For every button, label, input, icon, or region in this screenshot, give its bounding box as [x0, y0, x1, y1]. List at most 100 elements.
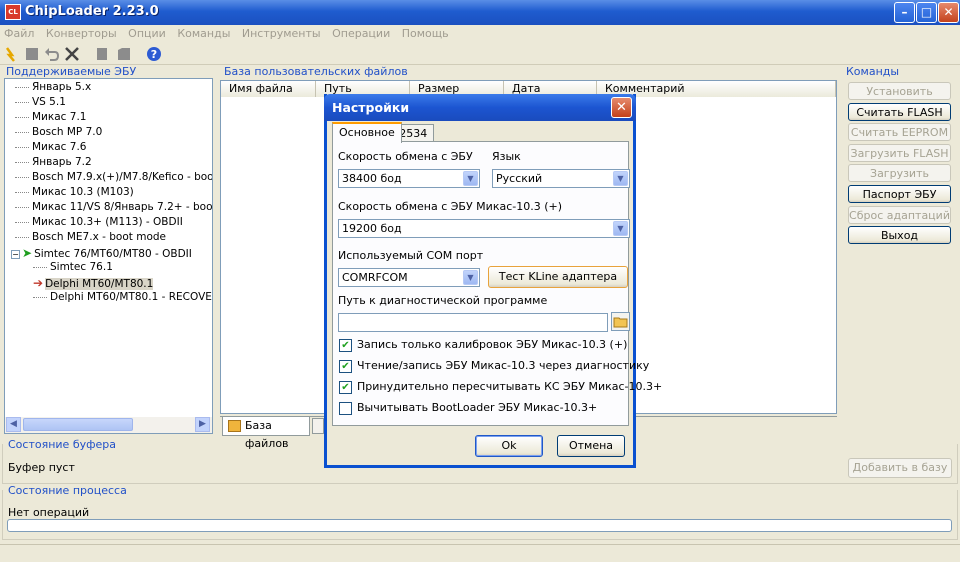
- tree-item[interactable]: Микас 10.3 (M103): [15, 186, 134, 201]
- title-bar: CL ChipLoader 2.23.0 – □ ✕: [0, 0, 960, 25]
- menu-help[interactable]: Помощь: [398, 25, 453, 42]
- checkbox[interactable]: ✔: [339, 381, 352, 394]
- collapse-icon[interactable]: −: [11, 250, 20, 259]
- maximize-button[interactable]: □: [916, 2, 937, 23]
- com-port-select[interactable]: COMRFCOM ▼: [338, 268, 480, 287]
- checkbox[interactable]: ✔: [339, 339, 352, 352]
- cancel-button[interactable]: Отмена: [557, 435, 625, 457]
- tree-item-label: Simtec 76.1: [50, 261, 113, 273]
- tree-connector-icon: [15, 86, 29, 88]
- language-select[interactable]: Русский ▼: [492, 169, 630, 188]
- checkbox[interactable]: ✔: [339, 360, 352, 373]
- tree-item[interactable]: Январь 7.2: [15, 156, 92, 171]
- tree-item[interactable]: ➔ Delphi MT60/MT80.1: [33, 276, 154, 291]
- help-icon[interactable]: ?: [146, 46, 162, 62]
- tree-item[interactable]: Микас 10.3+ (M113) - OBDII: [15, 216, 183, 231]
- app-icon: CL: [5, 4, 21, 20]
- tree-item-label: Микас 7.1: [32, 111, 87, 123]
- browse-folder-icon[interactable]: [611, 312, 630, 331]
- menu-commands[interactable]: Команды: [173, 25, 234, 42]
- menu-file[interactable]: Файл: [0, 25, 38, 42]
- command-button[interactable]: Выход: [848, 226, 951, 245]
- tree-item-label: Микас 11/VS 8/Январь 7.2+ - boot r: [32, 201, 213, 213]
- col-file-name[interactable]: Имя файла: [221, 81, 316, 97]
- dropdown-arrow-icon[interactable]: ▼: [613, 221, 628, 236]
- tree-item[interactable]: Bosch ME7.x - boot mode: [15, 231, 166, 246]
- tree-item[interactable]: Январь 5.х: [15, 81, 91, 96]
- tree-connector-icon: [15, 101, 29, 103]
- scroll-thumb[interactable]: [23, 418, 133, 431]
- minimize-button[interactable]: –: [894, 2, 915, 23]
- save-file-icon[interactable]: [116, 46, 132, 62]
- diag-path-input[interactable]: [338, 313, 608, 332]
- add-to-base-button[interactable]: Добавить в базу: [848, 458, 952, 478]
- tree-item[interactable]: Bosch MP 7.0: [15, 126, 102, 141]
- stop-icon[interactable]: [24, 46, 40, 62]
- menu-operations[interactable]: Операции: [328, 25, 394, 42]
- tree-item-label: Bosch M7.9.x(+)/M7.8/Kefico - boot r: [32, 171, 213, 183]
- tab-main[interactable]: Основное: [332, 122, 402, 143]
- open-file-icon[interactable]: [94, 46, 110, 62]
- green-arrow-icon: ➤: [22, 246, 33, 260]
- tree-item-label: Delphi MT60/MT80.1 - RECOVEF: [50, 291, 213, 303]
- command-button[interactable]: Загрузить EEPROM: [848, 164, 951, 197]
- tree-item[interactable]: Bosch M7.9.x(+)/M7.8/Kefico - boot r: [15, 171, 213, 186]
- commands-panel: Установить связьСчитать FLASH Считать EEP…: [846, 80, 952, 250]
- progress-bar: [7, 519, 952, 532]
- menu-converters[interactable]: Конверторы: [42, 25, 121, 42]
- language-label: Язык: [492, 150, 521, 163]
- tree-connector-icon: [15, 176, 29, 178]
- ok-button[interactable]: Ok: [475, 435, 543, 457]
- tree-item[interactable]: Микас 7.1: [15, 111, 86, 126]
- ecu-tree[interactable]: Январь 5.х VS 5.1 Микас 7.1 Bosch MP 7.0 Мик…: [4, 78, 213, 434]
- process-frame: [2, 490, 958, 540]
- command-button[interactable]: Считать EEPROM: [848, 123, 951, 142]
- undo-icon[interactable]: [44, 46, 60, 62]
- checkbox[interactable]: [339, 402, 352, 415]
- tree-item-label: Январь 7.2: [32, 156, 92, 168]
- scroll-left-icon[interactable]: ◀: [6, 417, 21, 432]
- dropdown-arrow-icon[interactable]: ▼: [613, 171, 628, 186]
- command-button[interactable]: Загрузить FLASH: [848, 143, 951, 162]
- tree-item[interactable]: Микас 7.6: [15, 141, 86, 156]
- command-button[interactable]: Считать FLASH: [848, 102, 951, 121]
- files-panel-title: База пользовательских файлов: [224, 65, 408, 78]
- dropdown-arrow-icon[interactable]: ▼: [463, 171, 478, 186]
- tools-icon[interactable]: [64, 46, 80, 62]
- tree-item[interactable]: Delphi MT60/MT80.1 - RECOVEF: [33, 291, 213, 306]
- checkbox-label: Чтение/запись ЭБУ Микас-10.3 через диагн…: [357, 359, 650, 372]
- mikas-speed-label: Скорость обмена с ЭБУ Микас-10.3 (+): [338, 200, 563, 213]
- tree-connector-icon: [15, 161, 29, 163]
- connect-icon[interactable]: [4, 46, 20, 62]
- menu-tools[interactable]: Инструменты: [238, 25, 325, 42]
- dropdown-arrow-icon[interactable]: ▼: [463, 270, 478, 285]
- tree-item[interactable]: Simtec 76.1: [33, 261, 113, 276]
- tree-item[interactable]: − ➤ Simtec 76/MT60/MT80 - OBDII: [11, 246, 192, 261]
- dialog-close-icon[interactable]: ✕: [611, 97, 632, 118]
- command-button[interactable]: Паспорт ЭБУ: [848, 185, 951, 203]
- tree-item-label: Bosch ME7.x - boot mode: [32, 231, 166, 243]
- tab-file-base[interactable]: База файлов: [222, 417, 310, 450]
- menu-options[interactable]: Опции: [124, 25, 170, 42]
- tree-item-label: Delphi MT60/MT80.1: [45, 278, 154, 290]
- tree-item-label: Bosch MP 7.0: [32, 126, 103, 138]
- ecu-panel-title: Поддерживаемые ЭБУ: [6, 65, 137, 78]
- tree-connector-icon: [15, 191, 29, 193]
- test-kline-button[interactable]: Тест KLine адаптера: [488, 266, 628, 288]
- mikas-speed-select[interactable]: 19200 бод ▼: [338, 219, 630, 238]
- red-arrow-icon: ➔: [33, 276, 44, 290]
- com-port-label: Используемый COM порт: [338, 249, 484, 262]
- checkbox-label: Запись только калибровок ЭБУ Микас-10.3 …: [357, 338, 628, 351]
- speed-select[interactable]: 38400 бод ▼: [338, 169, 480, 188]
- window-title: ChipLoader 2.23.0: [25, 4, 159, 19]
- close-button[interactable]: ✕: [938, 2, 959, 23]
- tree-item[interactable]: Микас 11/VS 8/Январь 7.2+ - boot r: [15, 201, 213, 216]
- command-button[interactable]: Установить связь: [848, 82, 951, 115]
- scroll-right-icon[interactable]: ▶: [195, 417, 210, 432]
- tree-hscrollbar[interactable]: ◀ ▶: [5, 417, 212, 433]
- tree-item-label: Simtec 76/MT60/MT80 - OBDII: [34, 248, 192, 260]
- tree-item-label: VS 5.1: [32, 96, 66, 108]
- tab-second[interactable]: [312, 418, 324, 434]
- tree-item[interactable]: VS 5.1: [15, 96, 66, 111]
- command-button[interactable]: Сброс адаптаций: [848, 205, 951, 224]
